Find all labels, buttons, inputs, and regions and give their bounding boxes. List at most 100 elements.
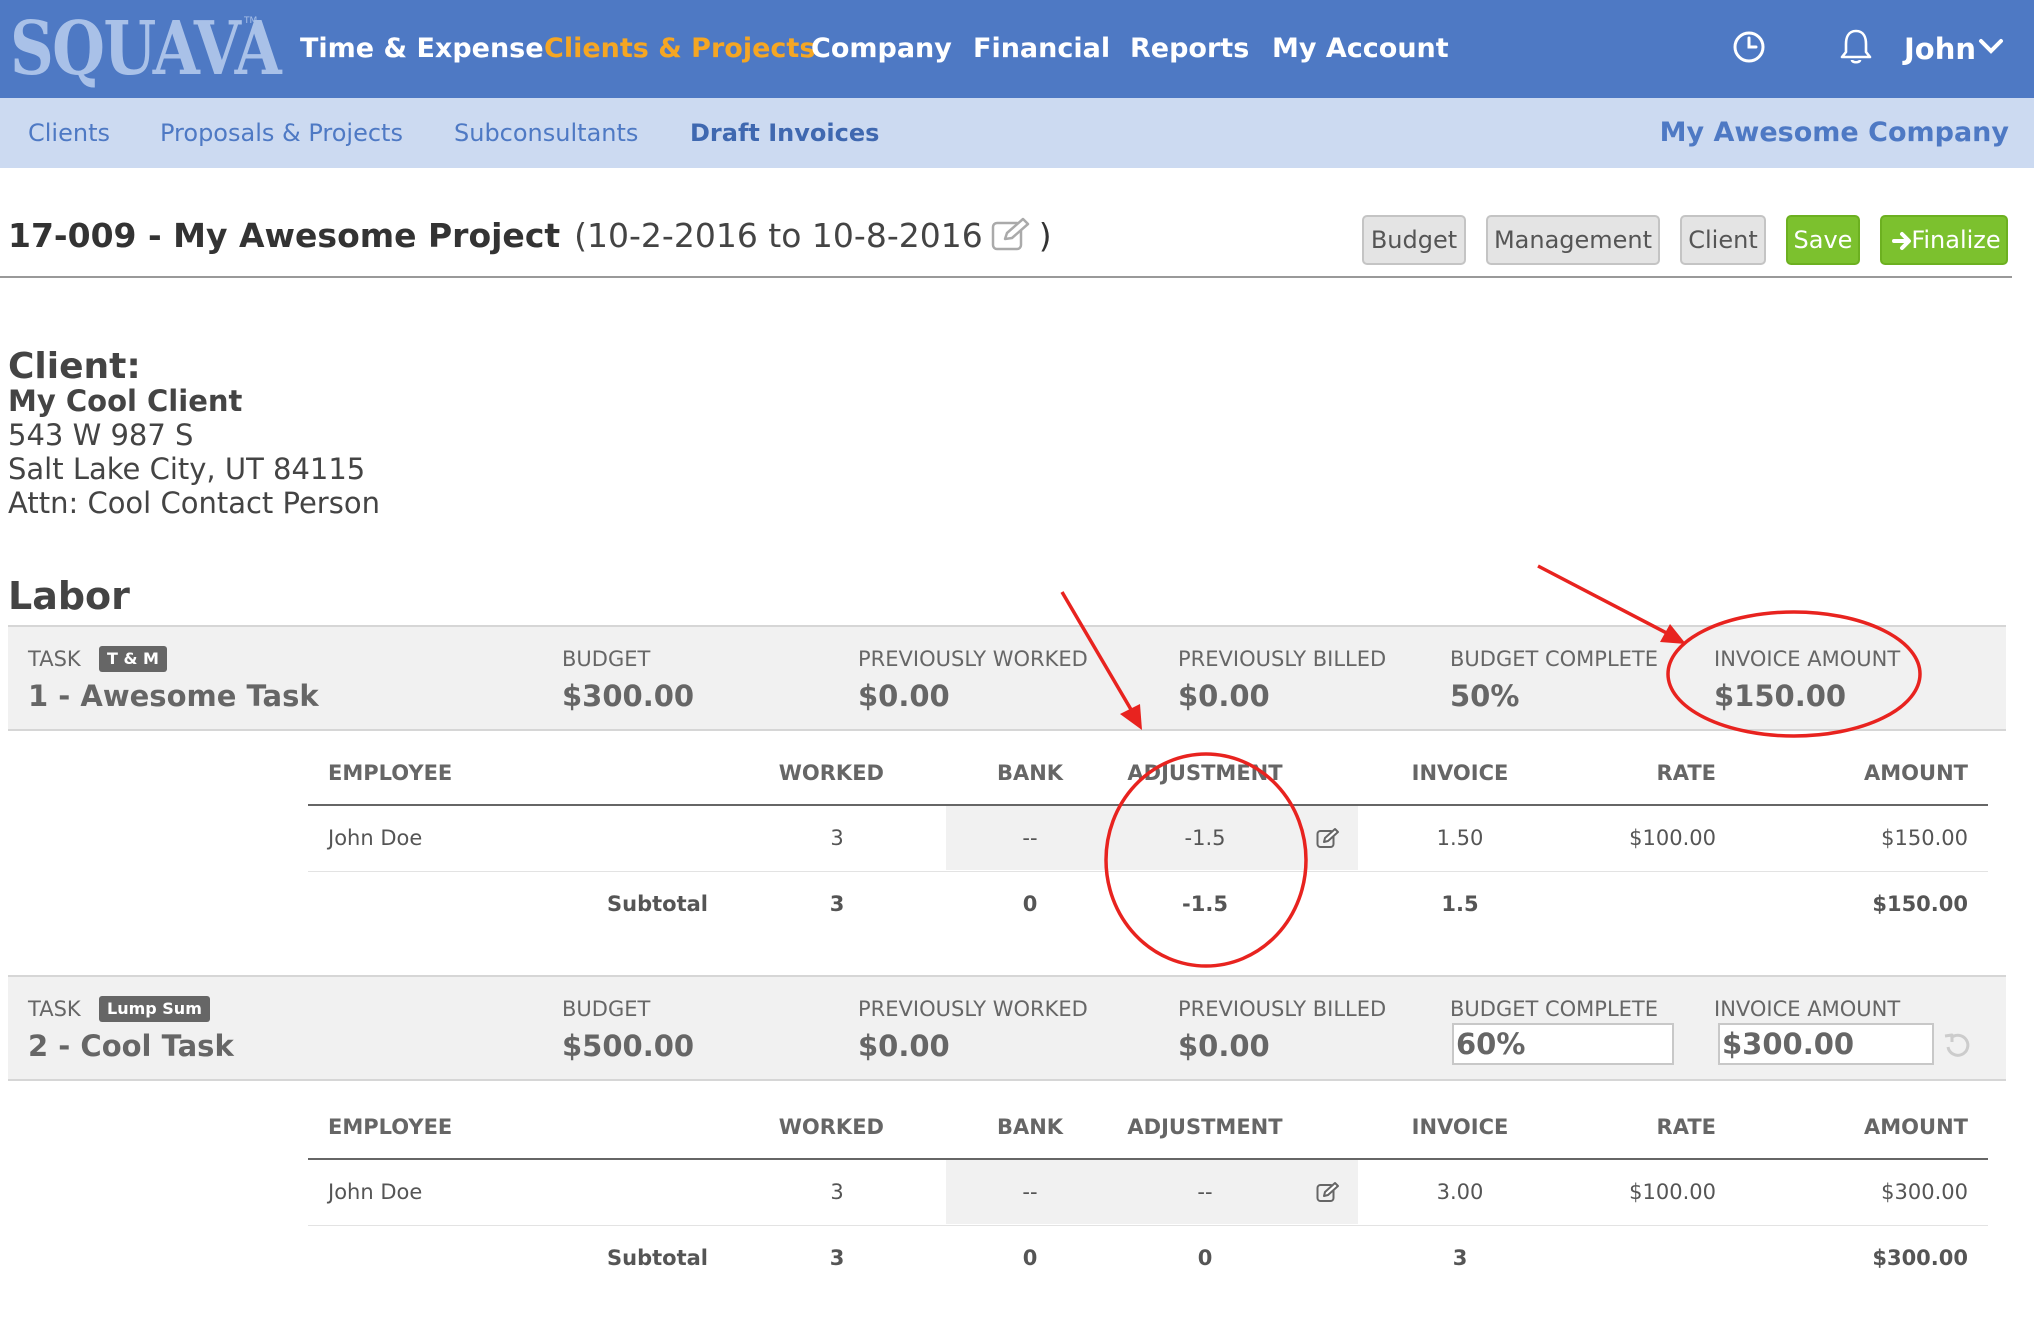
nav-time-expense[interactable]: Time & Expense [300,0,544,98]
task-header-2: TASK Lump Sum 2 - Cool Task BUDGET $500.… [8,975,2006,1081]
pencil-icon[interactable] [1316,827,1340,849]
previously-billed-value: $0.00 [1178,679,1270,713]
col-invoice: INVOICE [1411,761,1509,785]
worked-value: 3 [830,826,844,850]
rate-value: $100.00 [1629,826,1716,850]
client-address-line-2: Salt Lake City, UT 84115 [8,452,366,486]
budget-complete-value: 50% [1450,679,1520,713]
invoice-amount-value: $150.00 [1714,679,1847,713]
company-name[interactable]: My Awesome Company [1660,98,2009,168]
amount-value: $300.00 [1881,1180,1968,1204]
project-name: 17-009 - My Awesome Project [8,216,561,255]
pencil-icon[interactable] [1316,1181,1340,1203]
nav-reports[interactable]: Reports [1130,0,1249,98]
invoice-value: 1.50 [1436,826,1484,850]
budget-button[interactable]: Budget [1362,215,1466,265]
management-button[interactable]: Management [1486,215,1660,265]
col-employee: EMPLOYEE [328,761,453,785]
undo-icon[interactable] [1942,1029,1974,1061]
nav-clients-projects[interactable]: Clients & Projects [544,0,815,98]
task-label: TASK [28,997,81,1021]
invoice-amount-label: INVOICE AMOUNT [1714,647,1901,671]
labor-heading: Labor [8,574,130,618]
task-header-1: TASK T & M 1 - Awesome Task BUDGET $300.… [8,625,2006,731]
app-logo[interactable]: SQUAVA [10,6,282,92]
col-invoice: INVOICE [1411,1115,1509,1139]
adjustment-value[interactable]: -- [1110,1180,1300,1204]
bell-icon[interactable] [1838,28,1874,66]
bank-value[interactable]: -- [960,1180,1100,1204]
sub-navigation-bar: Clients Proposals & Projects Subconsulta… [0,98,2034,168]
subnav-subconsultants[interactable]: Subconsultants [454,98,638,168]
previously-billed-label: PREVIOUSLY BILLED [1178,647,1387,671]
task-name: 1 - Awesome Task [28,679,319,713]
previously-billed-label: PREVIOUSLY BILLED [1178,997,1387,1021]
budget-complete-label: BUDGET COMPLETE [1450,647,1659,671]
budget-label: BUDGET [562,997,651,1021]
user-menu[interactable]: John [1904,0,1976,98]
col-bank: BANK [996,1115,1064,1139]
col-amount: AMOUNT [1864,1115,1968,1139]
budget-value: $300.00 [562,679,695,713]
subtotal-invoice: 3 [1452,1246,1468,1270]
task-type-badge: T & M [99,646,167,672]
edit-icon[interactable] [991,217,1031,251]
subtotal-worked: 3 [829,1246,845,1270]
col-amount: AMOUNT [1864,761,1968,785]
client-button[interactable]: Client [1680,215,1766,265]
adjustment-value[interactable]: -1.5 [1110,826,1300,850]
finalize-button[interactable]: Finalize [1880,215,2008,265]
finalize-label: Finalize [1911,226,2001,254]
invoice-amount-label: INVOICE AMOUNT [1714,997,1901,1021]
subtotal-bank: 0 [1022,1246,1038,1270]
subtotal-label: Subtotal [607,1246,708,1270]
col-adjustment: ADJUSTMENT [1127,761,1283,785]
nav-financial[interactable]: Financial [973,0,1110,98]
col-adjustment: ADJUSTMENT [1127,1115,1283,1139]
col-worked: WORKED [778,761,884,785]
amount-value: $150.00 [1881,826,1968,850]
subnav-proposals-projects[interactable]: Proposals & Projects [160,98,403,168]
subtotal-label: Subtotal [607,892,708,916]
subnav-draft-invoices[interactable]: Draft Invoices [690,98,879,168]
budget-complete-label: BUDGET COMPLETE [1450,997,1659,1021]
col-worked: WORKED [778,1115,884,1139]
client-address-line-1: 543 W 987 S [8,418,194,452]
save-button[interactable]: Save [1786,215,1860,265]
clock-icon[interactable] [1732,30,1766,64]
budget-complete-input[interactable]: 60% [1452,1023,1674,1065]
previously-worked-label: PREVIOUSLY WORKED [858,647,1088,671]
arrow-right-icon [1892,232,1911,250]
subtotal-invoice: 1.5 [1441,892,1479,916]
top-navigation-bar: SQUAVA TM Time & Expense Clients & Proje… [0,0,2034,98]
nav-my-account[interactable]: My Account [1272,0,1449,98]
subtotal-bank: 0 [1022,892,1038,916]
header-divider [0,276,2012,278]
nav-company[interactable]: Company [811,0,952,98]
subnav-clients[interactable]: Clients [28,98,110,168]
invoice-dates-close: ) [1038,216,1052,255]
invoice-amount-input[interactable]: $300.00 [1718,1023,1934,1065]
rate-value: $100.00 [1629,1180,1716,1204]
subtotal-amount: $150.00 [1872,892,1968,916]
budget-value: $500.00 [562,1029,695,1063]
col-rate: RATE [1656,1115,1716,1139]
employee-name: John Doe [328,826,423,850]
worked-value: 3 [830,1180,844,1204]
task-label: TASK [28,647,81,671]
client-attention: Attn: Cool Contact Person [8,486,380,520]
chevron-down-icon[interactable] [1978,38,2004,56]
previously-billed-value: $0.00 [1178,1029,1270,1063]
row-divider [308,1225,1988,1226]
col-rate: RATE [1656,761,1716,785]
previously-worked-label: PREVIOUSLY WORKED [858,997,1088,1021]
previously-worked-value: $0.00 [858,1029,950,1063]
previously-worked-value: $0.00 [858,679,950,713]
bank-value[interactable]: -- [960,826,1100,850]
subtotal-amount: $300.00 [1872,1246,1968,1270]
task-type-badge: Lump Sum [99,996,210,1022]
logo-trademark: TM [244,16,258,26]
subtotal-adjustment: -1.5 [1182,892,1228,916]
client-name: My Cool Client [8,384,243,418]
client-heading: Client: [8,346,141,387]
